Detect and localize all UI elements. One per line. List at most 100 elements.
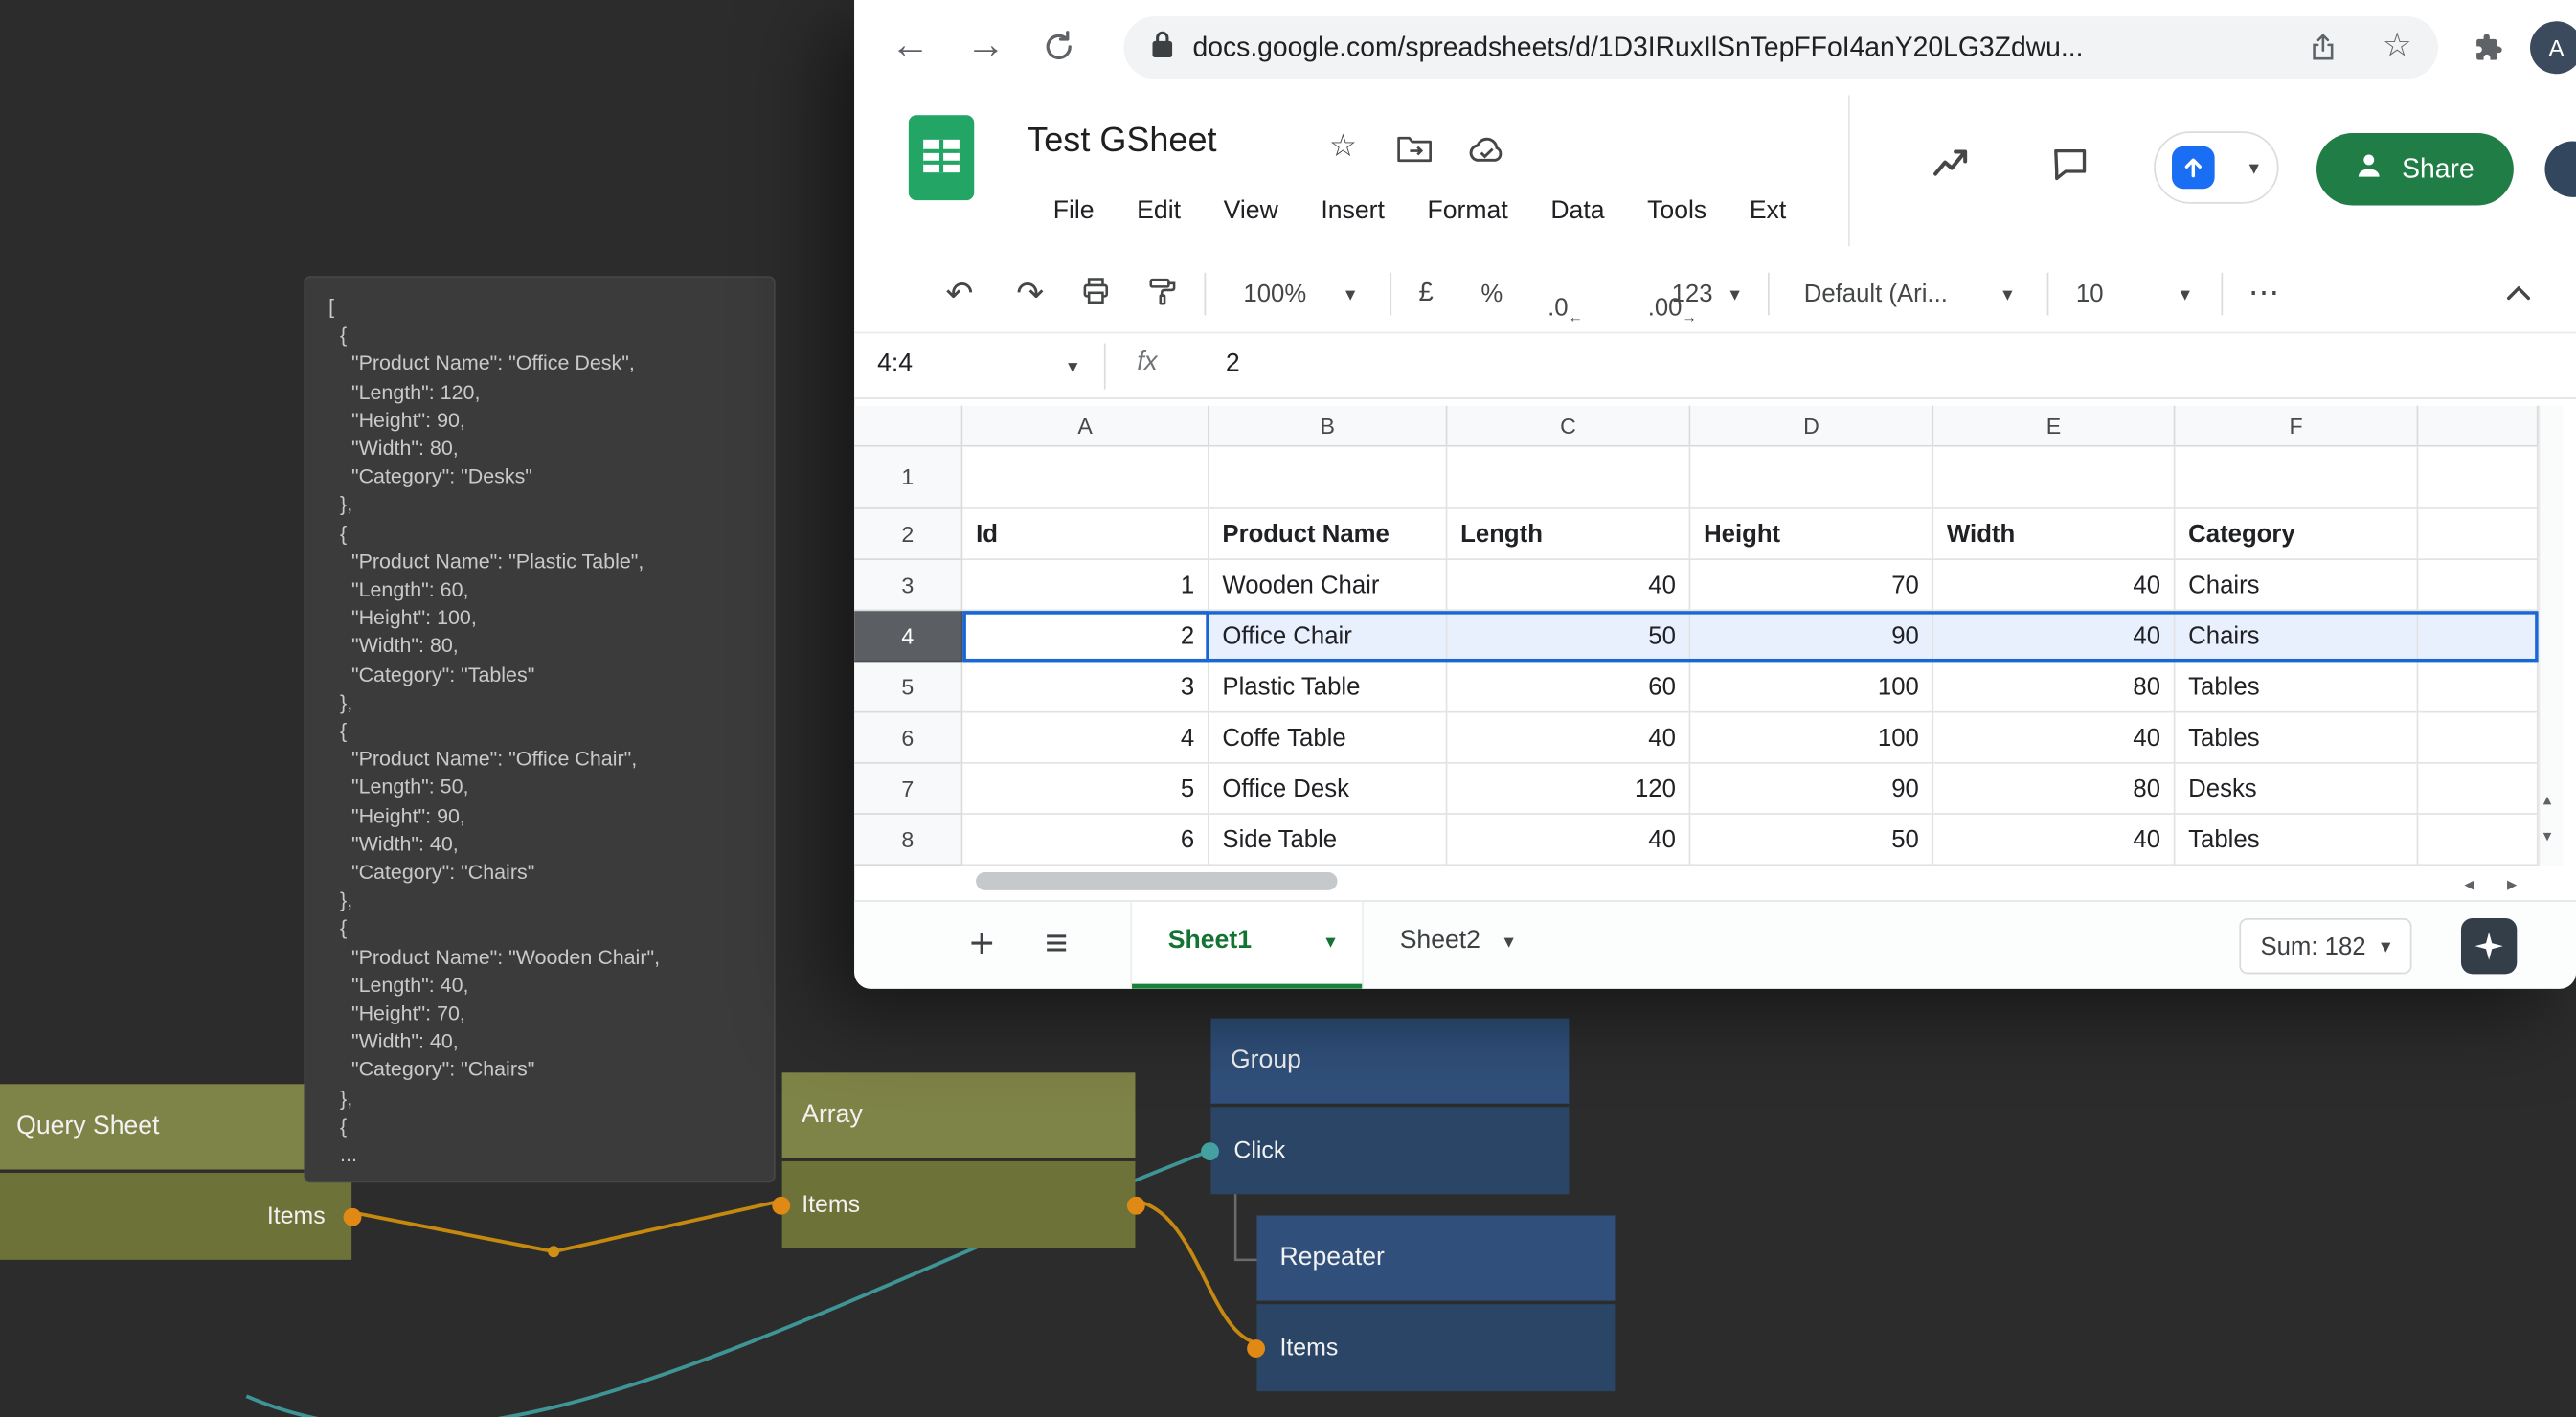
cell[interactable]: Tables <box>2175 713 2418 764</box>
cell[interactable]: Wooden Chair <box>1209 560 1448 611</box>
menu-data[interactable]: Data <box>1529 181 1626 243</box>
row-header-8[interactable]: 8 <box>854 815 962 866</box>
cell[interactable] <box>1447 447 1690 509</box>
row-header-5[interactable]: 5 <box>854 662 962 712</box>
cell[interactable] <box>2418 815 2538 866</box>
tab-sheet2[interactable]: Sheet2 ▾ <box>1400 927 1514 956</box>
sheets-logo-icon[interactable] <box>909 115 975 209</box>
cell[interactable] <box>1933 447 2175 509</box>
present-to-meeting-button[interactable]: ▾ <box>2154 131 2278 203</box>
menu-view[interactable]: View <box>1202 181 1299 243</box>
explore-button[interactable] <box>2461 918 2517 974</box>
menu-tools[interactable]: Tools <box>1626 181 1729 243</box>
cell[interactable]: 5 <box>962 764 1209 815</box>
cell[interactable]: 100 <box>1690 713 1933 764</box>
cell[interactable]: 3 <box>962 662 1209 712</box>
star-document-icon[interactable]: ☆ <box>1329 128 1357 166</box>
cell[interactable]: 80 <box>1933 662 2175 712</box>
document-title[interactable]: Test GSheet <box>1027 122 1216 161</box>
add-sheet-button[interactable]: + <box>969 918 994 969</box>
cell[interactable]: 40 <box>1447 713 1690 764</box>
cell[interactable] <box>2418 713 2538 764</box>
number-format-button[interactable]: 123 <box>1672 281 1713 308</box>
formula-input[interactable]: 2 <box>1226 349 1240 379</box>
share-button[interactable]: Share <box>2316 133 2514 205</box>
node-array[interactable]: Array Items <box>782 1072 1136 1248</box>
trend-insights-icon[interactable] <box>1929 142 1975 196</box>
scroll-right-icon[interactable]: ▸ <box>2507 874 2517 894</box>
cell[interactable]: Desks <box>2175 764 2418 815</box>
node-repeater-header[interactable]: Repeater <box>1256 1216 1615 1301</box>
node-array-port-items[interactable]: Items <box>782 1158 1136 1248</box>
cell[interactable] <box>1690 447 1933 509</box>
cell[interactable]: Height <box>1690 509 1933 560</box>
cell[interactable]: Plastic Table <box>1209 662 1448 712</box>
account-avatar[interactable] <box>2544 142 2576 197</box>
sum-dropdown[interactable]: Sum: 182 ▾ <box>2239 918 2411 974</box>
back-icon[interactable]: ← <box>891 26 930 65</box>
scroll-down-icon[interactable]: ▾ <box>2543 829 2552 845</box>
col-header-c[interactable]: C <box>1447 406 1690 447</box>
cell[interactable]: Product Name <box>1209 509 1448 560</box>
node-query-sheet-port-items[interactable]: Items <box>0 1170 351 1260</box>
node-group-header[interactable]: Group <box>1210 1019 1569 1104</box>
col-header-partial[interactable] <box>2418 406 2538 447</box>
bookmark-star-icon[interactable]: ☆ <box>2383 25 2412 66</box>
cell[interactable]: 40 <box>1933 815 2175 866</box>
corner-box[interactable] <box>854 406 962 447</box>
cell[interactable]: 40 <box>1933 611 2175 662</box>
cell[interactable] <box>2418 764 2538 815</box>
name-box[interactable]: 4:4 <box>877 349 913 379</box>
cell[interactable]: Category <box>2175 509 2418 560</box>
font-family-select[interactable]: Default (Ari... <box>1804 281 1948 308</box>
cell[interactable]: 1 <box>962 560 1209 611</box>
cell[interactable]: 50 <box>1690 815 1933 866</box>
input-port-dot[interactable] <box>1247 1338 1265 1357</box>
cell[interactable]: 6 <box>962 815 1209 866</box>
cell[interactable]: 100 <box>1690 662 1933 712</box>
tab-menu-chevron-icon[interactable]: ▾ <box>1325 930 1335 953</box>
active-cell[interactable]: 2 <box>962 611 1209 662</box>
all-sheets-menu-icon[interactable]: ≡ <box>1045 921 1068 967</box>
scroll-up-icon[interactable]: ▴ <box>2543 794 2552 810</box>
cell[interactable]: 70 <box>1690 560 1933 611</box>
row-header-6[interactable]: 6 <box>854 713 962 764</box>
cell[interactable]: 90 <box>1690 611 1933 662</box>
row-header-2[interactable]: 2 <box>854 509 962 560</box>
share-page-icon[interactable] <box>2307 32 2339 73</box>
menu-edit[interactable]: Edit <box>1116 181 1202 243</box>
cell[interactable]: Tables <box>2175 815 2418 866</box>
cell[interactable]: Tables <box>2175 662 2418 712</box>
row-header-3[interactable]: 3 <box>854 560 962 611</box>
cell[interactable]: 50 <box>1447 611 1690 662</box>
row-header-4[interactable]: 4 <box>854 611 962 662</box>
name-box-chevron-icon[interactable]: ▾ <box>1068 355 1077 378</box>
cell[interactable]: 40 <box>1933 560 2175 611</box>
paint-format-icon[interactable] <box>1146 275 1179 314</box>
cell[interactable]: 40 <box>1447 815 1690 866</box>
address-bar[interactable]: docs.google.com/spreadsheets/d/1D3IRuxIl… <box>1123 16 2437 79</box>
cell[interactable] <box>2418 560 2538 611</box>
col-header-f[interactable]: F <box>2175 406 2418 447</box>
print-icon[interactable] <box>1079 275 1112 314</box>
cell[interactable]: Chairs <box>2175 611 2418 662</box>
cell[interactable]: Length <box>1447 509 1690 560</box>
chevron-down-icon[interactable]: ▾ <box>1345 282 1355 305</box>
collapse-toolbar-icon[interactable] <box>2505 281 2531 308</box>
zoom-select[interactable]: 100% <box>1243 281 1306 308</box>
cell[interactable] <box>962 447 1209 509</box>
menu-insert[interactable]: Insert <box>1299 181 1406 243</box>
col-header-d[interactable]: D <box>1690 406 1933 447</box>
cell[interactable]: 80 <box>1933 764 2175 815</box>
menu-extensions[interactable]: Ext <box>1729 181 1808 243</box>
cell[interactable]: 4 <box>962 713 1209 764</box>
cell[interactable] <box>2418 662 2538 712</box>
row-header-1[interactable]: 1 <box>854 447 962 509</box>
cell[interactable] <box>2175 447 2418 509</box>
node-group[interactable]: Group Click <box>1210 1019 1569 1195</box>
row-header-7[interactable]: 7 <box>854 764 962 815</box>
more-options-icon[interactable]: ⋯ <box>2248 275 2280 312</box>
font-size-select[interactable]: 10 <box>2076 281 2104 308</box>
cell[interactable]: Side Table <box>1209 815 1448 866</box>
cell[interactable]: Chairs <box>2175 560 2418 611</box>
